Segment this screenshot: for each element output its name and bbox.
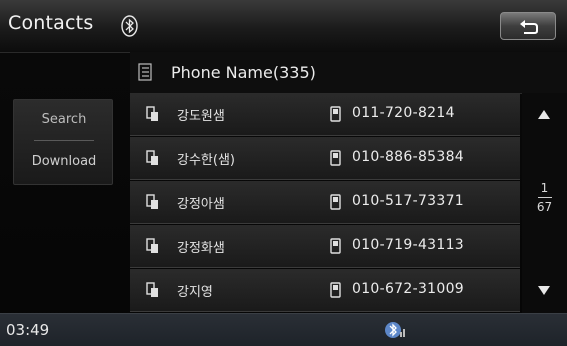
contact-name: 강도원샘 [177,109,225,124]
header-bar: Contacts [0,0,567,53]
contact-icon [146,282,158,297]
contact-row[interactable]: 강지영 010-672-31009 [130,269,520,312]
page-title: Contacts [8,12,94,34]
contact-name: 강정화샘 [177,241,225,256]
back-arrow-icon [520,20,538,34]
total-pages: 67 [536,200,553,214]
contact-name: 강수한(샘) [177,153,235,168]
mobile-phone-icon [330,238,341,254]
contact-row[interactable]: 강정화샘 010-719-43113 [130,225,520,268]
list-header: Phone Name(335) [130,52,567,94]
contact-number: 010-886-85384 [352,149,464,165]
contact-number: 010-517-73371 [352,193,464,209]
side-panel: Search Download [13,99,113,185]
scroll-column: 1 67 [522,93,567,313]
contact-list: 강도원샘 011-720-8214 강수한(샘) 010-886-85384 강… [130,93,520,313]
clock: 03:49 [6,321,50,339]
current-page: 1 [540,181,549,195]
scroll-up-button[interactable] [522,95,567,135]
bluetooth-status-icon [385,322,405,338]
mobile-phone-icon [330,150,341,166]
contact-icon [146,238,158,253]
contact-row[interactable]: 강수한(샘) 010-886-85384 [130,137,520,180]
page-divider [537,197,552,198]
search-button[interactable]: Search [14,100,114,140]
status-bar: 03:49 [0,313,567,346]
scroll-down-button[interactable] [522,271,567,311]
contact-row[interactable]: 강정아샘 010-517-73371 [130,181,520,224]
side-divider [34,140,94,141]
mobile-phone-icon [330,282,341,298]
contact-name: 강지영 [177,285,213,300]
mobile-phone-icon [330,106,341,122]
contact-number: 011-720-8214 [352,105,455,121]
back-button[interactable] [500,12,556,40]
contact-row[interactable]: 강도원샘 011-720-8214 [130,93,520,136]
triangle-down-icon [538,286,550,295]
phonebook-title: Phone Name(335) [171,63,316,82]
contact-name: 강정아샘 [177,197,225,212]
mobile-phone-icon [330,194,341,210]
contact-icon [146,194,158,209]
contact-icon [146,106,158,121]
bluetooth-icon [121,15,138,37]
contact-icon [146,150,158,165]
phonebook-icon [138,63,152,81]
triangle-up-icon [538,110,550,119]
download-button[interactable]: Download [14,142,114,182]
contact-number: 010-719-43113 [352,237,464,253]
contact-number: 010-672-31009 [352,281,464,297]
contacts-screen: Contacts Phone Name(335) Search Download [0,0,567,346]
page-indicator: 1 67 [522,181,567,214]
